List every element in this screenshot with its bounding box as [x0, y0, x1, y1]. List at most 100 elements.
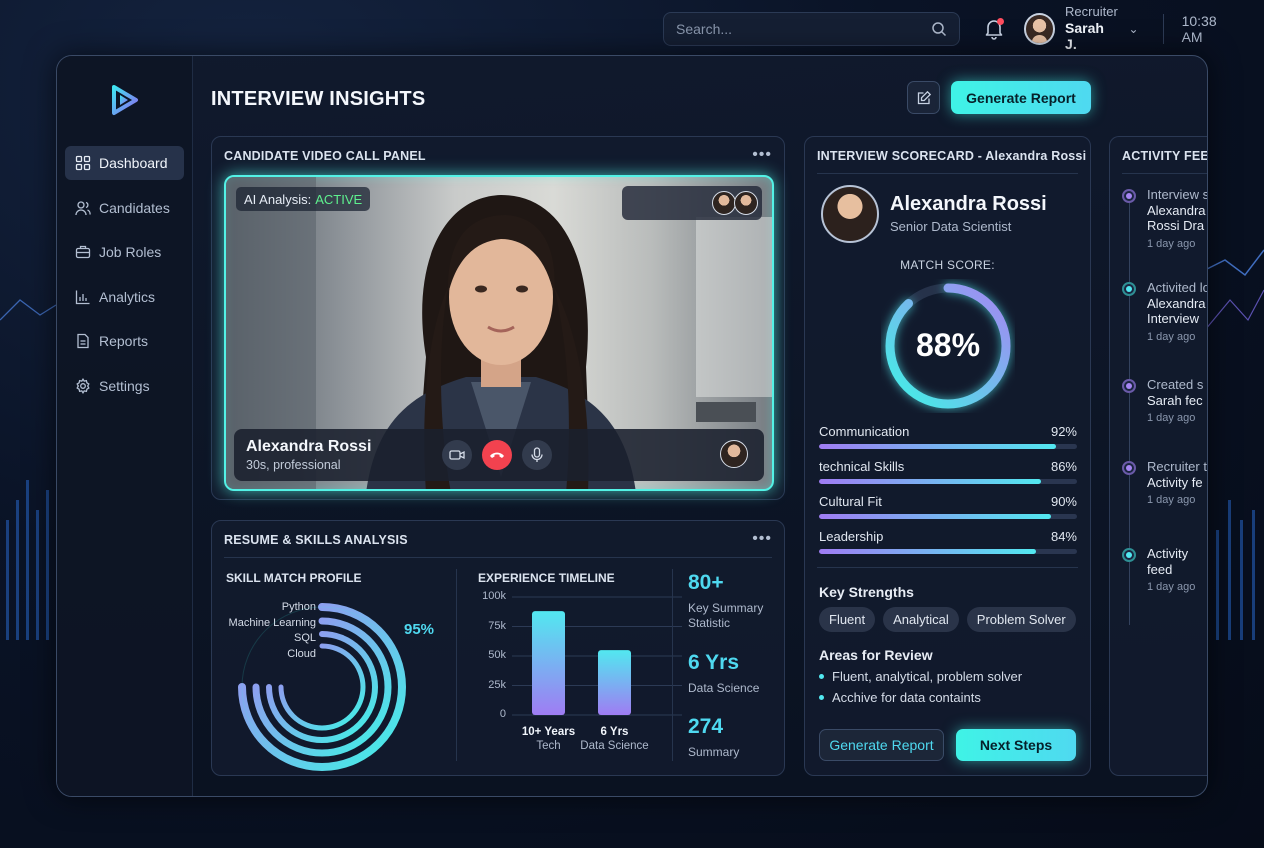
feed-item[interactable]: Recruiter t Activity fe 1 day ago: [1120, 459, 1207, 507]
divider: [456, 569, 457, 761]
feed-text: Interview s: [1147, 187, 1208, 202]
sidebar-item-job-roles[interactable]: Job Roles: [65, 235, 184, 269]
more-options-icon[interactable]: •••: [752, 146, 772, 164]
y-tick-label: 25k: [488, 678, 506, 691]
chevron-down-icon[interactable]: ⌄: [1129, 22, 1139, 36]
microphone-button[interactable]: [522, 440, 552, 470]
skill-match-percent: 95%: [404, 621, 435, 638]
candidate-name: Alexandra Rossi: [890, 193, 1047, 215]
metric-bar: [819, 514, 1052, 519]
card-title: ACTIVITY FEED: [1122, 149, 1207, 163]
user-menu[interactable]: Recruiter Sarah J. ⌄: [1023, 4, 1139, 53]
generate-report-button[interactable]: Generate Report: [819, 729, 944, 761]
timeline-dot: [1122, 379, 1136, 393]
stat-value: 6 Yrs: [688, 651, 739, 674]
audio-waveform-icon: [633, 444, 705, 466]
sidebar-item-label: Dashboard: [99, 155, 168, 171]
feed-text: Interview: [1147, 311, 1200, 327]
feed-time: 1 day ago: [1147, 330, 1196, 343]
feed-item[interactable]: Created s Sarah fec 1 day ago: [1120, 377, 1207, 425]
logo-icon: [112, 85, 138, 115]
document-icon: [77, 334, 89, 349]
activity-feed: ACTIVITY FEED Interview sAlexandraRossi …: [1109, 136, 1208, 776]
y-tick-label: 0: [499, 708, 506, 720]
card-title: RESUME & SKILLS ANALYSIS: [224, 533, 408, 547]
user-name: Sarah J.: [1065, 20, 1104, 53]
generate-report-button[interactable]: Generate Report: [951, 81, 1091, 114]
y-tick-label: 100k: [482, 590, 506, 602]
stat-label: Summary: [688, 745, 740, 759]
feed-time: 1 day ago: [1147, 494, 1196, 507]
gear-icon: [76, 377, 90, 394]
x-tick-main: 6 Yrs: [600, 726, 629, 738]
sidebar-nav: Dashboard Candidates Job Roles Analytics…: [65, 146, 184, 414]
strength-chip[interactable]: Fluent: [819, 607, 876, 632]
sidebar-item-reports[interactable]: Reports: [65, 324, 184, 358]
feed-time: 1 day ago: [1147, 412, 1196, 425]
bar: [532, 611, 565, 715]
sidebar-item-label: Analytics: [99, 288, 156, 305]
next-steps-button[interactable]: Next Steps: [956, 729, 1076, 761]
areas-for-review-title: Areas for Review: [819, 647, 933, 663]
sidebar-item-label: Candidates: [99, 199, 170, 216]
candidate-name: Alexandra Rossi: [246, 438, 372, 455]
sidebar-item-dashboard[interactable]: Dashboard: [65, 146, 184, 180]
divider: [672, 569, 673, 761]
candidate-subtitle: 30s, professional: [246, 458, 341, 472]
feed-text: Activity: [1147, 546, 1189, 561]
user-avatar: [1023, 13, 1056, 45]
sidebar-item-candidates[interactable]: Candidates: [65, 191, 184, 225]
video-feed[interactable]: AI Analysis: ACTIVE Alexandra Rossi 30s,…: [224, 175, 774, 491]
bar-chart-icon: [75, 290, 90, 304]
match-score-ring: 88%: [881, 279, 1015, 413]
strength-chip[interactable]: Problem Solver: [966, 607, 1076, 632]
feed-text: feed: [1147, 561, 1173, 577]
grid-icon: [75, 155, 91, 171]
users-icon: [75, 200, 91, 215]
skill-match-title: SKILL MATCH PROFILE: [226, 571, 362, 585]
feed-text: Activited lo: [1147, 280, 1208, 295]
end-call-button[interactable]: [482, 440, 512, 470]
feed-item[interactable]: Activity feed 1 day ago: [1120, 546, 1207, 593]
feed-text: Rossi Dra: [1147, 218, 1205, 234]
search-box[interactable]: [663, 12, 960, 46]
feed-text: Alexandra: [1147, 202, 1206, 218]
resume-skills-panel: RESUME & SKILLS ANALYSIS ••• SKILL MATCH…: [211, 520, 785, 776]
sidebar-item-settings[interactable]: Settings: [65, 369, 184, 403]
feed-item[interactable]: Activited lo Alexandra Interview 1 day ago: [1120, 280, 1208, 343]
notification-bell-icon[interactable]: [984, 18, 1004, 40]
review-list: Fluent, analytical, problem solver Acchi…: [819, 669, 1022, 711]
x-tick-sub: Data Science: [580, 740, 649, 753]
more-options-icon[interactable]: •••: [752, 530, 772, 548]
self-view-avatar: [720, 440, 748, 468]
ai-analysis-status: ACTIVE: [315, 191, 363, 207]
metric-bar: [819, 549, 1036, 554]
metric-leadership: Leadership 84%: [819, 529, 1077, 554]
sidebar-item-label: Job Roles: [99, 244, 162, 261]
search-input[interactable]: [676, 21, 916, 37]
camera-button[interactable]: [442, 440, 472, 470]
notification-dot: [996, 18, 1004, 25]
sidebar-item-analytics[interactable]: Analytics: [65, 280, 184, 314]
timeline-title: EXPERIENCE TIMELINE: [478, 571, 615, 585]
user-role: Recruiter: [1065, 4, 1118, 20]
x-tick-label: 6 Yrs Data Science: [570, 725, 660, 754]
y-tick-label: 50k: [488, 649, 506, 661]
strength-chip[interactable]: Analytical: [883, 607, 959, 632]
sidebar-item-label: Settings: [99, 377, 150, 394]
edit-button[interactable]: [907, 81, 940, 114]
stat-value: 274: [688, 715, 724, 738]
review-item: Acchive for data containts: [819, 690, 1022, 705]
timeline-dot: [1122, 548, 1136, 562]
card-title: CANDIDATE VIDEO CALL PANEL: [224, 149, 426, 163]
search-icon[interactable]: [931, 21, 947, 37]
page-title: INTERVIEW INSIGHTS: [211, 88, 426, 110]
match-score-label: MATCH SCORE:: [900, 258, 995, 272]
metric-label: technical Skills: [819, 459, 905, 474]
feed-text: Sarah fec: [1147, 392, 1203, 408]
interview-scorecard: INTERVIEW SCORECARD - Alexandra Rossi Al…: [804, 136, 1091, 776]
feed-item[interactable]: Interview s Alexandra Rossi Dra 1 day ago: [1120, 187, 1208, 250]
divider: [817, 567, 1078, 568]
feed-text: Recruiter t: [1147, 459, 1207, 474]
metric-label: Communication: [819, 424, 910, 439]
